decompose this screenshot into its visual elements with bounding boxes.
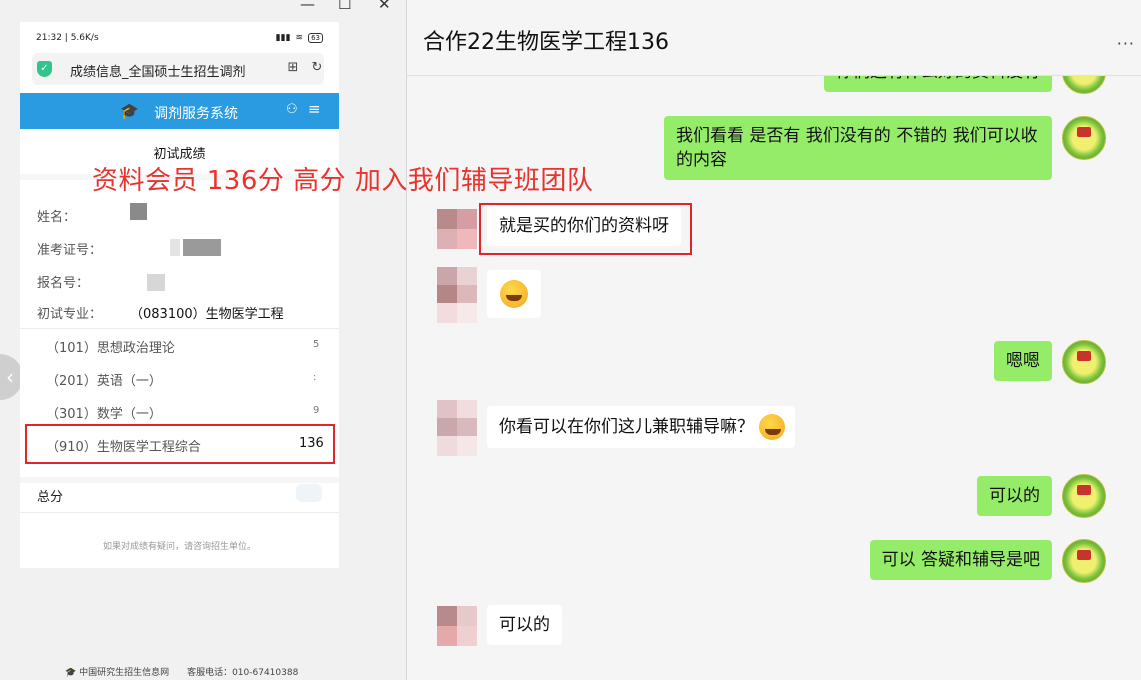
subject-name: （101）思想政治理论 (46, 341, 175, 356)
chat-header: 合作22生物医学工程136 ··· (407, 0, 1141, 76)
more-icon[interactable]: ··· (1117, 34, 1135, 53)
site-header: 🎓 调剂服务系统 ⚇ ≡ (20, 93, 339, 129)
footer-text: 中国研究生招生信息网 客服电话：010-67410388 (79, 668, 299, 678)
redacted-reg-id (147, 274, 165, 291)
subject-name: （301）数学（一） (46, 407, 162, 422)
message-bubble[interactable]: 可以的 (487, 605, 562, 645)
menu-icon[interactable]: ≡ (308, 100, 321, 118)
chat-title: 合作22生物医学工程136 (423, 30, 669, 55)
minimize-icon[interactable]: — (300, 0, 315, 12)
url-text[interactable]: 成绩信息_全国硕士生招生调剂 (70, 61, 262, 80)
avatar[interactable] (427, 265, 477, 323)
redacted-exam-id-a (170, 239, 180, 256)
major-value: （083100）生物医学工程 (130, 307, 284, 322)
avatar[interactable] (427, 205, 477, 263)
graduation-cap-icon: 🎓 (65, 668, 80, 678)
promo-overlay-text: 资料会员 136分 高分 加入我们辅导班团队 (92, 166, 594, 196)
battery-icon: 63 (308, 33, 323, 43)
major-label: 初试专业： (37, 307, 103, 322)
status-icons: ▮▮▮ ≋ 63 (276, 33, 323, 43)
graduation-cap-icon: 🎓 (120, 102, 139, 120)
divider (20, 512, 339, 513)
divider (20, 328, 339, 329)
highlight-box (25, 424, 335, 464)
close-icon[interactable]: ✕ (378, 0, 391, 12)
footnote: 如果对成绩有疑问，请咨询招生单位。 (102, 542, 256, 552)
redacted-total (296, 484, 322, 502)
signal-icon: ▮▮▮ (275, 33, 291, 43)
site-footer: 🎓 中国研究生招生信息网 客服电话：010-67410388 (65, 665, 298, 678)
avatar[interactable] (1062, 474, 1106, 518)
wifi-icon: ≋ (295, 33, 304, 43)
message-bubble[interactable]: 我们看看 是否有 我们没有的 不错的 我们可以收的内容 (664, 116, 1052, 180)
refresh-icon[interactable]: ↻ (309, 60, 325, 76)
message-bubble[interactable]: 可以的 (977, 476, 1052, 516)
window-controls: — ☐ ✕ (290, 0, 406, 12)
maximize-icon[interactable]: ☐ (338, 0, 351, 12)
message-bubble[interactable]: 嗯嗯 (994, 341, 1052, 381)
avatar[interactable] (1062, 340, 1106, 384)
address-bar[interactable]: ✓ 成绩信息_全国硕士生招生调剂 ⊞ ↻ (32, 53, 324, 85)
divider (20, 477, 339, 483)
exam-id-label: 准考证号： (37, 243, 103, 258)
shield-icon: ✓ (37, 61, 52, 77)
highlight-box (479, 203, 692, 255)
avatar[interactable] (1062, 539, 1106, 583)
avatar[interactable] (427, 602, 477, 660)
user-icon[interactable]: ⚇ (286, 102, 298, 117)
subject-score: 5 (313, 339, 320, 350)
message-bubble[interactable] (487, 270, 541, 318)
left-panel: — ☐ ✕ ‹ 21:32 | 5.6K/s ▮▮▮ ≋ 63 ✓ 成绩信息_全… (0, 0, 406, 680)
message-bubble[interactable]: 可以 答疑和辅导是吧 (869, 540, 1052, 580)
avatar[interactable] (1062, 116, 1106, 160)
chat-panel: 合作22生物医学工程136 ··· 你们这有什么好的资料没有 我们看看 是否有 … (407, 0, 1141, 680)
avatar[interactable] (427, 400, 477, 458)
bookmark-icon[interactable]: ⊞ (285, 60, 301, 76)
redacted-exam-id-b (183, 239, 221, 256)
laugh-cry-emoji-icon (500, 280, 528, 308)
name-label: 姓名： (37, 210, 77, 225)
subject-score: 9 (313, 405, 320, 416)
phone-screenshot: 21:32 | 5.6K/s ▮▮▮ ≋ 63 ✓ 成绩信息_全国硕士生招生调剂… (20, 22, 339, 568)
subject-name: （201）英语（一） (46, 374, 162, 389)
status-time: 21:32 | 5.6K/s (36, 33, 99, 43)
total-label: 总分 (37, 490, 64, 505)
laugh-cry-emoji-icon (759, 414, 786, 440)
message-text: 你看可以在你们这儿兼职辅导嘛？ (499, 417, 754, 437)
message-bubble[interactable]: 你看可以在你们这儿兼职辅导嘛？ (487, 406, 796, 448)
site-title: 调剂服务系统 (154, 106, 238, 122)
reg-id-label: 报名号： (37, 276, 90, 291)
redacted-name (130, 203, 147, 220)
subject-score: : (313, 372, 317, 383)
